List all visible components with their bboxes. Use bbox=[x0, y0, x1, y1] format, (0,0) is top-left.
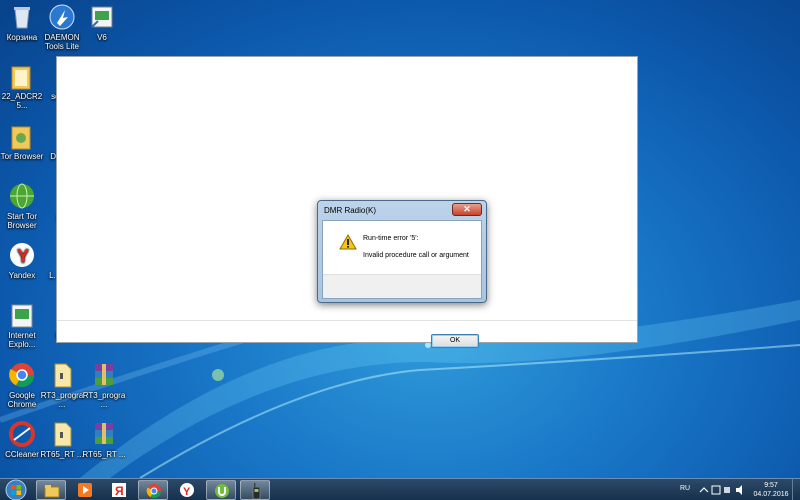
file-icon bbox=[48, 420, 76, 448]
ok-button[interactable]: OK bbox=[431, 334, 479, 348]
file-icon bbox=[48, 361, 76, 389]
desktop-icon-label: RT3_progra... bbox=[40, 391, 84, 409]
svg-text:Y: Y bbox=[183, 486, 191, 498]
desktop-icon-tor-browser[interactable]: Tor Browser bbox=[0, 122, 44, 161]
error-code-text: Run-time error '5': bbox=[363, 235, 419, 242]
volume-icon bbox=[736, 485, 742, 495]
yandex-icon: Я bbox=[112, 483, 126, 498]
dialog-body: Run-time error '5': Invalid procedure ca… bbox=[322, 220, 482, 348]
desktop-icon-label: CCleaner bbox=[5, 450, 39, 459]
network-icon bbox=[724, 487, 730, 493]
application-window-icon bbox=[88, 3, 116, 31]
language-indicator[interactable]: RU bbox=[680, 485, 690, 500]
error-message-text: Invalid procedure call or argument bbox=[363, 252, 469, 259]
desktop-icon-label: Корзина bbox=[6, 33, 38, 42]
media-player-icon bbox=[78, 483, 92, 497]
close-icon: ✕ bbox=[463, 204, 471, 214]
desktop-icon-rt65-rt-2[interactable]: RT65_RT ... bbox=[82, 420, 126, 459]
desktop-icon-rt3-progra-1[interactable]: RT3_progra... bbox=[40, 361, 84, 409]
desktop-icon-label: 22_ADCR25... bbox=[1, 92, 43, 110]
dialog-button-area: OK bbox=[323, 274, 481, 348]
desktop-icon-google-chrome[interactable]: Google Chrome bbox=[0, 361, 44, 409]
close-button[interactable]: ✕ bbox=[452, 203, 482, 216]
window-divider bbox=[57, 320, 637, 321]
svg-text:Я: Я bbox=[115, 484, 124, 498]
desktop-icon-yandex[interactable]: Y Yandex bbox=[0, 241, 44, 280]
folder-icon bbox=[8, 62, 36, 90]
desktop-icon-label: Yandex bbox=[8, 271, 36, 280]
desktop-icon-rt3-progra-2[interactable]: RT3_progra... bbox=[82, 361, 126, 409]
desktop-icon-start-tor-browser[interactable]: Start Tor Browser bbox=[0, 182, 44, 230]
taskbar-explorer[interactable] bbox=[36, 480, 66, 500]
desktop-icon-recycle-bin[interactable]: Корзина bbox=[0, 3, 44, 42]
desktop-icon-daemon-tools[interactable]: DAEMON Tools Lite bbox=[40, 3, 84, 51]
desktop-icon-label: DAEMON Tools Lite bbox=[44, 33, 80, 51]
taskbar-chrome[interactable] bbox=[138, 480, 168, 500]
desktop-icon-rt65-rt-1[interactable]: RT65_RT ... bbox=[40, 420, 84, 459]
dialog-titlebar[interactable]: DMR Radio(K) ✕ bbox=[318, 201, 486, 220]
dialog-title: DMR Radio(K) bbox=[324, 206, 377, 215]
desktop-icon-ccleaner[interactable]: CCleaner bbox=[0, 420, 44, 459]
folder-icon bbox=[44, 485, 60, 498]
clock-time: 9:57 bbox=[764, 482, 778, 489]
taskbar-yandex-browser[interactable]: Я bbox=[104, 480, 134, 500]
taskbar-yandex[interactable]: Y bbox=[172, 480, 202, 500]
taskbar-media-player[interactable] bbox=[70, 480, 100, 500]
desktop-icon-internet-explorer[interactable]: Internet Explo... bbox=[0, 301, 44, 349]
dialog-message-area: Run-time error '5': Invalid procedure ca… bbox=[323, 221, 481, 274]
desktop-icon-label: Start Tor Browser bbox=[6, 212, 38, 230]
document-shortcut-icon bbox=[8, 301, 36, 329]
show-desktop-button[interactable] bbox=[792, 479, 800, 500]
folder-icon bbox=[8, 122, 36, 150]
daemon-tools-icon bbox=[48, 3, 76, 31]
chrome-icon bbox=[8, 361, 36, 389]
tray-icons bbox=[699, 485, 742, 495]
chrome-icon bbox=[146, 484, 161, 498]
action-center-icon bbox=[711, 485, 721, 495]
desktop-icon-label: Internet Explo... bbox=[8, 331, 36, 349]
desktop-icon-label: Google Chrome bbox=[7, 391, 37, 409]
yandex-icon: Y bbox=[180, 483, 194, 498]
desktop-icon-label: Tor Browser bbox=[0, 152, 44, 161]
desktop: Корзина 22_ADCR25... Tor Browser Start T… bbox=[0, 0, 800, 478]
yandex-icon: Y bbox=[8, 241, 36, 269]
start-button[interactable] bbox=[2, 479, 30, 500]
desktop-icon-label: V6 bbox=[97, 33, 107, 42]
desktop-icon-label: RT65_RT ... bbox=[40, 450, 84, 459]
winrar-archive-icon bbox=[90, 361, 118, 389]
show-hidden-icons-icon bbox=[699, 487, 709, 493]
desktop-icon-v6[interactable]: V6 bbox=[80, 3, 124, 42]
tor-globe-icon bbox=[8, 182, 36, 210]
radio-icon bbox=[252, 483, 261, 499]
recycle-bin-icon bbox=[8, 3, 36, 31]
desktop-icon-label: RT65_RT ... bbox=[82, 450, 126, 459]
clock-date: 04.07.2016 bbox=[753, 491, 789, 498]
winrar-archive-icon bbox=[90, 420, 118, 448]
error-dialog[interactable]: DMR Radio(K) ✕ Run-time error '5': Inval… bbox=[317, 200, 487, 348]
utorrent-icon bbox=[215, 484, 229, 498]
windows-start-icon bbox=[5, 479, 27, 500]
clock[interactable]: 9:57 04.07.2016 bbox=[752, 481, 790, 499]
desktop-icon-22-adcr25[interactable]: 22_ADCR25... bbox=[0, 62, 44, 110]
svg-text:Y: Y bbox=[17, 246, 29, 266]
taskbar: Я Y RU 9:57 04.07.2016 bbox=[0, 478, 800, 500]
desktop-icon-label: RT3_progra... bbox=[82, 391, 126, 409]
warning-icon bbox=[339, 234, 357, 250]
taskbar-utorrent[interactable] bbox=[206, 480, 236, 500]
taskbar-dmr-radio[interactable] bbox=[240, 480, 270, 500]
ccleaner-icon bbox=[8, 420, 36, 448]
